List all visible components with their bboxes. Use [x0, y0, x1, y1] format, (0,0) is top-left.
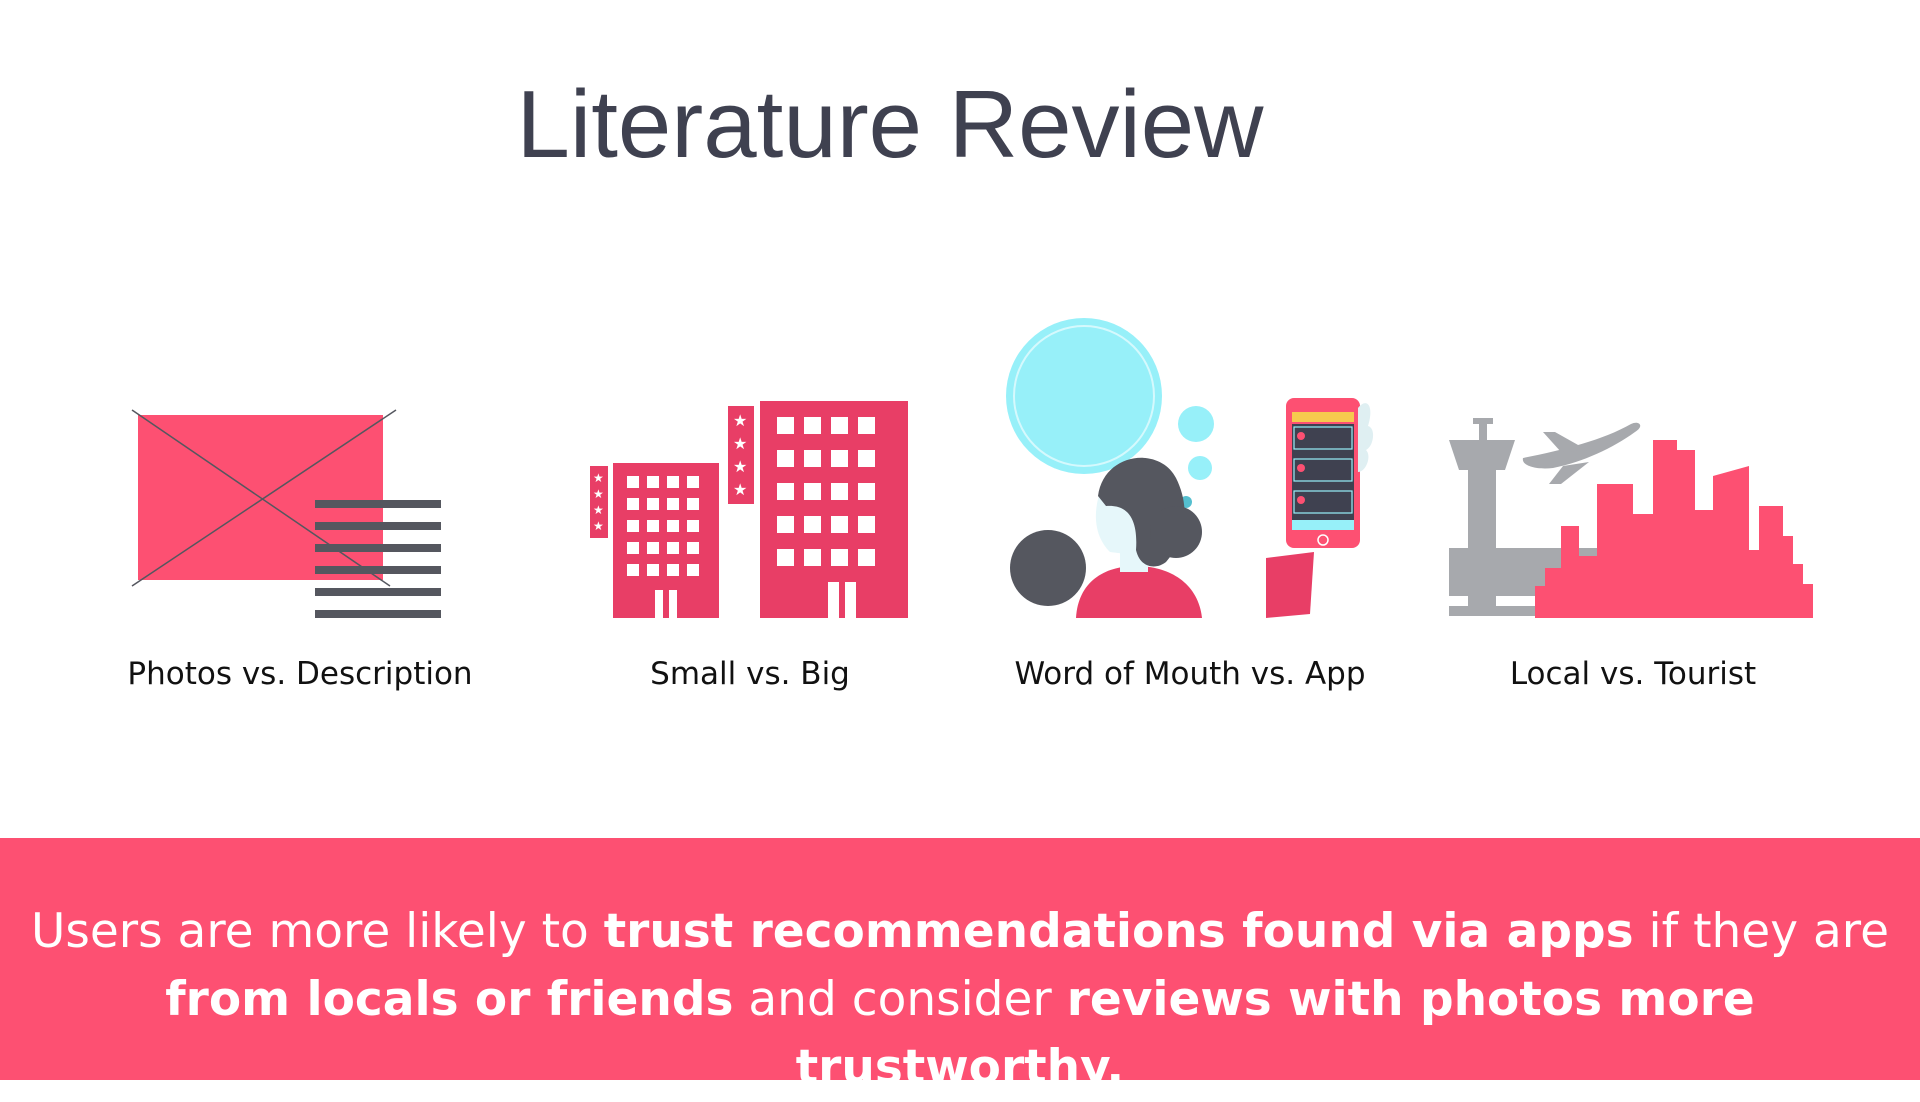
summary-line-1: Users are more likely to trust recommend… — [31, 904, 1889, 959]
summary-text: Users are more likely to trust recommend… — [0, 898, 1920, 1102]
caption-photos: Photos vs. Description — [127, 656, 473, 692]
summary-banner: Users are more likely to trust recommend… — [0, 838, 1920, 1095]
svg-text:★: ★ — [733, 411, 747, 430]
svg-text:★: ★ — [733, 480, 747, 499]
card-size: ★ ★ ★ ★ ★ ★ ★ ★ Small vs. Big — [530, 300, 970, 720]
svg-text:★: ★ — [593, 471, 604, 485]
card-wom: Word of Mouth vs. App — [970, 300, 1410, 720]
card-local: Local vs. Tourist — [1413, 300, 1853, 720]
caption-local: Local vs. Tourist — [1509, 656, 1757, 692]
photo-description-icon — [131, 409, 441, 618]
card-photos: Photos vs. Description — [80, 300, 520, 720]
summary-line-2: from locals or friends and consider revi… — [165, 972, 1755, 1095]
page-title: Literature Review — [516, 71, 1264, 178]
svg-text:★: ★ — [733, 457, 747, 476]
svg-text:★: ★ — [593, 519, 604, 533]
svg-text:★: ★ — [593, 503, 604, 517]
svg-text:★: ★ — [733, 434, 747, 453]
woman-phone-icon — [1006, 318, 1374, 618]
svg-text:★: ★ — [593, 487, 604, 501]
caption-wom: Word of Mouth vs. App — [1014, 656, 1366, 692]
caption-size: Small vs. Big — [650, 656, 850, 692]
hotel-buildings-icon: ★ ★ ★ ★ ★ ★ ★ ★ — [590, 401, 908, 618]
airport-city-icon — [1449, 418, 1813, 618]
